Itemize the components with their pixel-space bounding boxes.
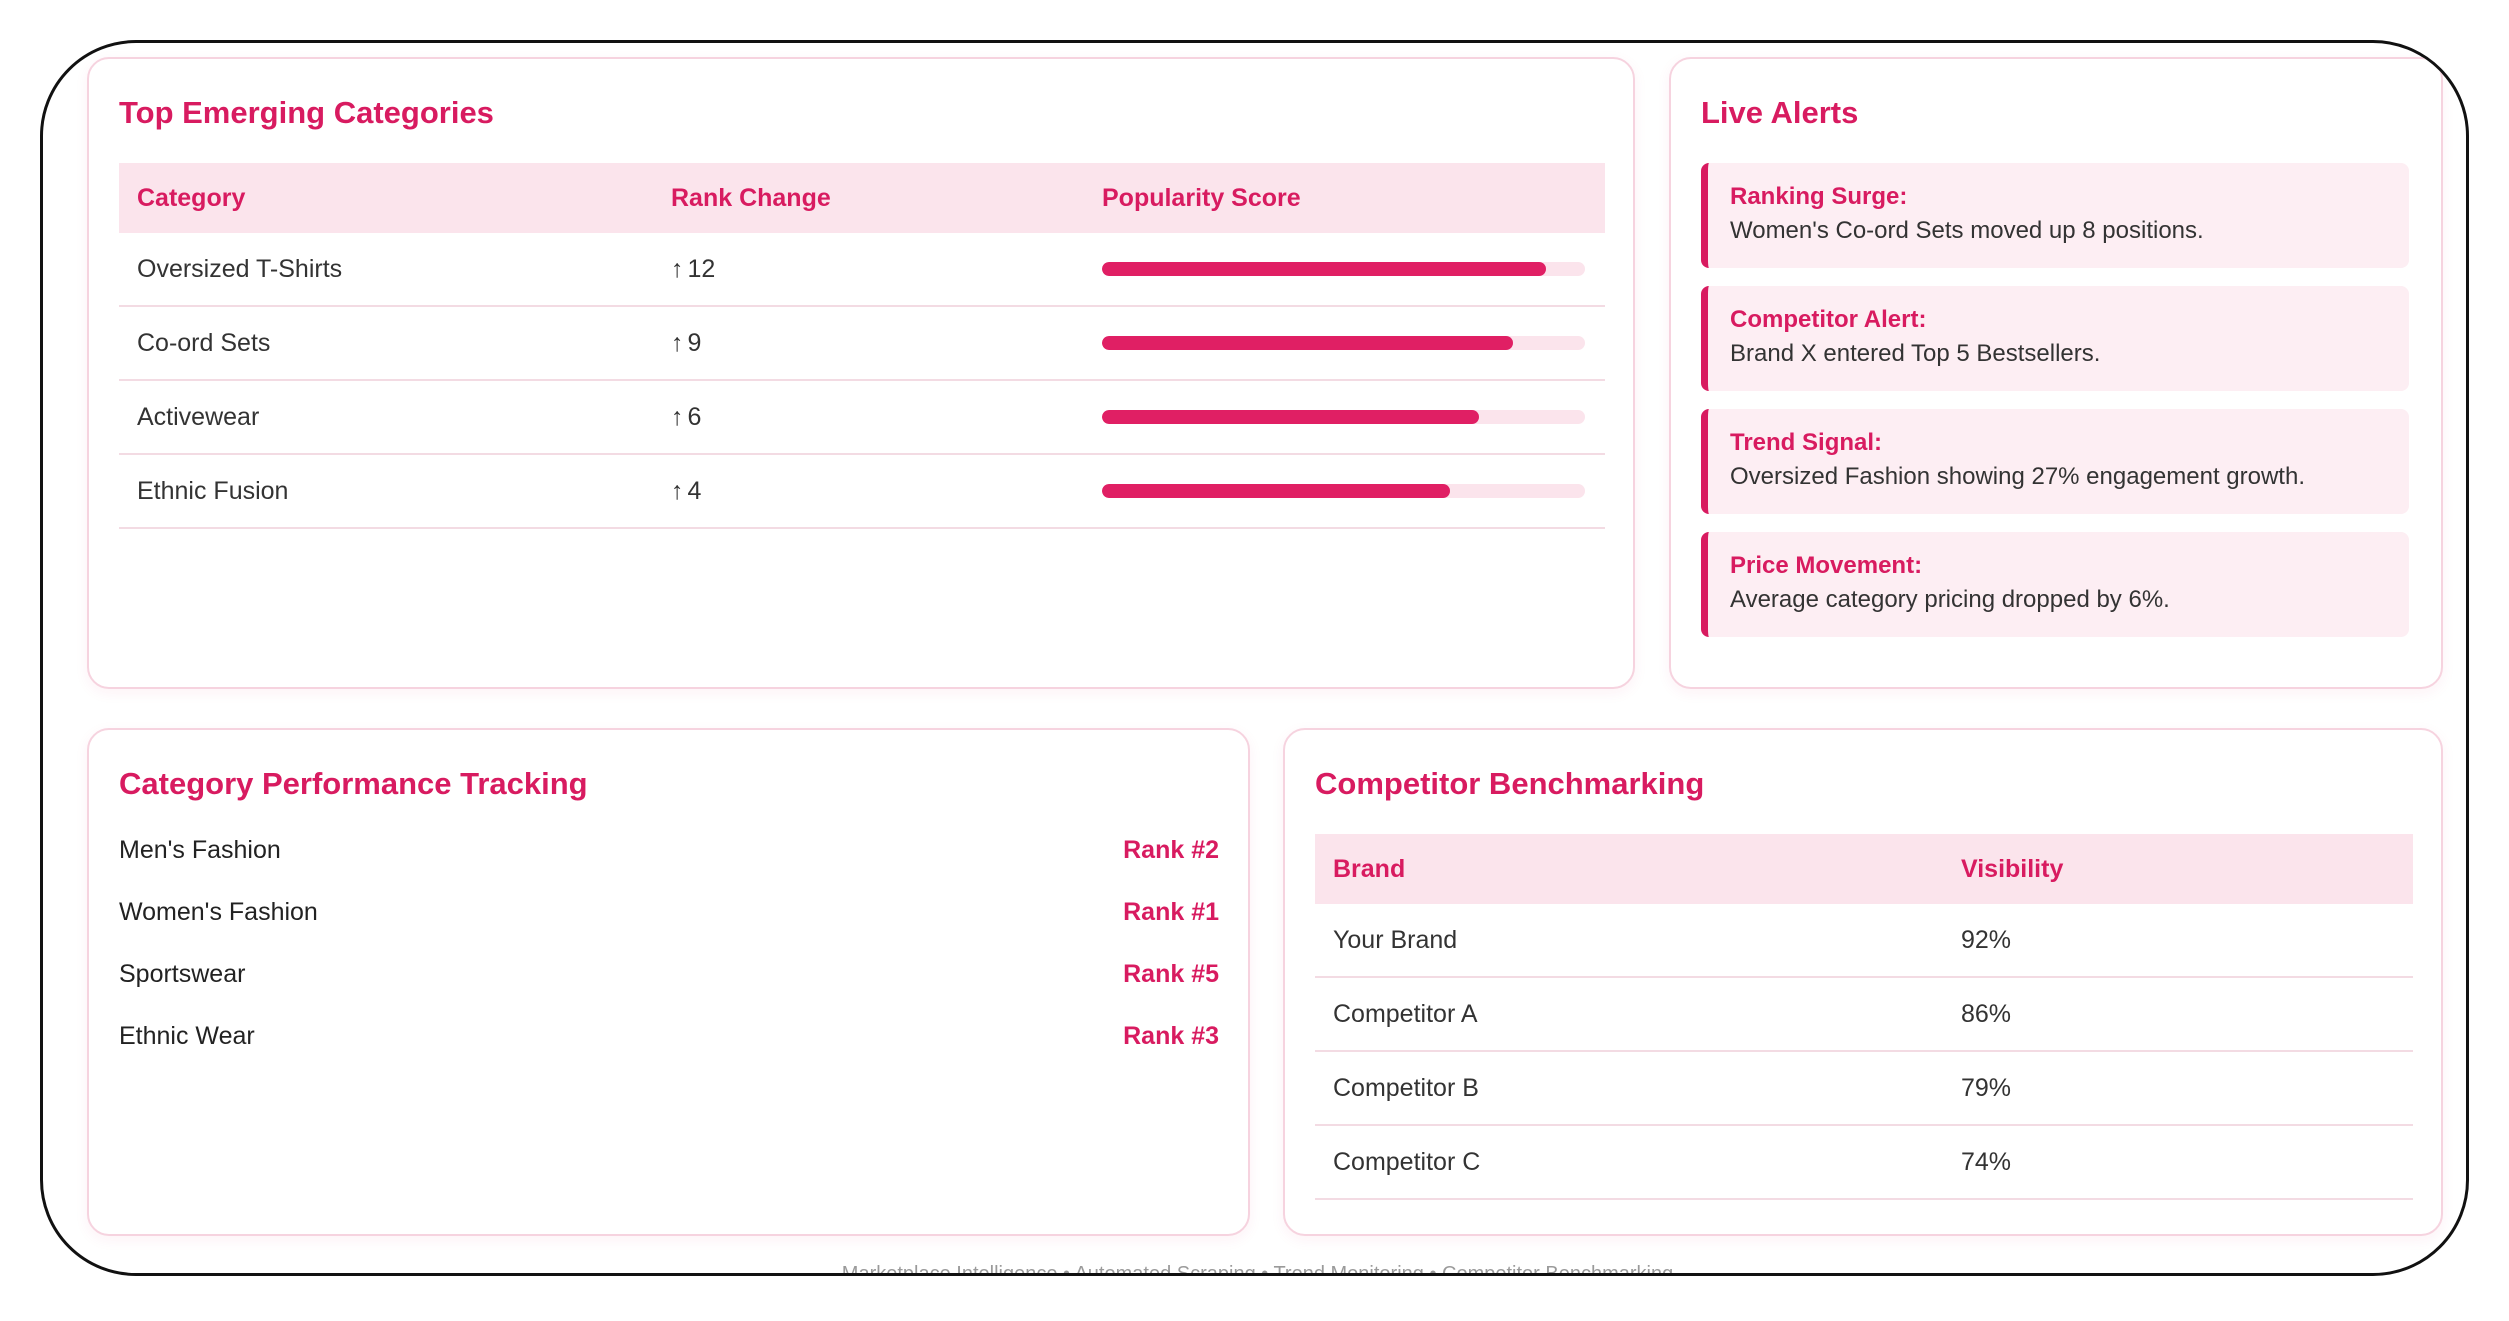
table-row: Ethnic Fusion ↑ 4 xyxy=(119,454,1605,529)
category-name: Women's Fashion xyxy=(119,898,318,926)
category-rank: Rank #3 xyxy=(1123,1022,1219,1050)
list-item: Men's Fashion Rank #2 xyxy=(119,836,1219,876)
top-emerging-table: Category Rank Change Popularity Score Ov… xyxy=(119,163,1605,529)
live-alerts-title: Live Alerts xyxy=(1701,95,1859,130)
alert-text: Oversized Fashion showing 27% engagement… xyxy=(1730,463,2305,490)
table-row: Your Brand 92% xyxy=(1315,904,2413,978)
category-cell: Co-ord Sets xyxy=(119,306,653,381)
table-row: Activewear ↑ 6 xyxy=(119,380,1605,455)
brand-cell: Competitor C xyxy=(1315,1125,1943,1200)
list-item: Women's Fashion Rank #1 xyxy=(119,898,1219,938)
competitor-benchmarking-card: Competitor Benchmarking Brand Visibility… xyxy=(1283,728,2443,1236)
table-row: Co-ord Sets ↑ 9 xyxy=(119,306,1605,381)
category-performance-card: Category Performance Tracking Men's Fash… xyxy=(87,728,1250,1236)
visibility-cell: 86% xyxy=(1943,977,2413,1052)
category-performance-title: Category Performance Tracking xyxy=(119,766,588,801)
rank-change-value: 9 xyxy=(687,328,702,357)
popularity-score-cell xyxy=(1084,380,1605,455)
popularity-bar-track xyxy=(1102,410,1585,424)
category-rank: Rank #2 xyxy=(1123,836,1219,864)
column-header-visibility: Visibility xyxy=(1943,834,2413,904)
category-name: Sportswear xyxy=(119,960,246,988)
alert-title: Price Movement: xyxy=(1730,552,1923,579)
visibility-cell: 92% xyxy=(1943,904,2413,978)
visibility-cell: 74% xyxy=(1943,1125,2413,1200)
column-header-category: Category xyxy=(119,163,653,233)
alert-item: Competitor Alert: Brand X entered Top 5 B… xyxy=(1701,286,2409,391)
alert-item: Trend Signal: Oversized Fashion showing 2… xyxy=(1701,409,2409,514)
alert-text: Women's Co-ord Sets moved up 8 positions… xyxy=(1730,217,2204,244)
alert-text: Average category pricing dropped by 6%. xyxy=(1730,586,2170,613)
rank-change-cell: ↑ 4 xyxy=(653,454,1084,529)
competitor-table: Brand Visibility Your Brand 92% Competitor… xyxy=(1315,834,2413,1200)
brand-cell: Your Brand xyxy=(1315,904,1943,978)
rank-change-cell: ↑ 6 xyxy=(653,380,1084,455)
list-item: Ethnic Wear Rank #3 xyxy=(119,1022,1219,1062)
alert-title: Competitor Alert: xyxy=(1730,306,1927,333)
popularity-bar-track xyxy=(1102,484,1585,498)
rank-change-cell: ↑ 12 xyxy=(653,233,1084,307)
table-row: Competitor A 86% xyxy=(1315,977,2413,1052)
list-item: Sportswear Rank #5 xyxy=(119,960,1219,1000)
brand-cell: Competitor A xyxy=(1315,977,1943,1052)
arrow-up-icon: ↑ xyxy=(671,476,684,505)
arrow-up-icon: ↑ xyxy=(671,254,684,283)
popularity-bar-fill xyxy=(1102,262,1547,276)
column-header-popularity-score: Popularity Score xyxy=(1084,163,1605,233)
table-row: Oversized T-Shirts ↑ 12 xyxy=(119,233,1605,307)
category-cell: Oversized T-Shirts xyxy=(119,233,653,307)
category-rank: Rank #5 xyxy=(1123,960,1219,988)
visibility-cell: 79% xyxy=(1943,1051,2413,1126)
dashboard-frame: Top Emerging Categories Category Rank Ch… xyxy=(40,40,2469,1276)
top-emerging-categories-title: Top Emerging Categories xyxy=(119,95,494,130)
footer-text: Marketplace Intelligence • Automated Scr… xyxy=(841,1263,1674,1276)
popularity-bar-fill xyxy=(1102,336,1513,350)
category-rank: Rank #1 xyxy=(1123,898,1219,926)
column-header-rank-change: Rank Change xyxy=(653,163,1084,233)
rank-change-value: 6 xyxy=(687,402,702,431)
category-cell: Ethnic Fusion xyxy=(119,454,653,529)
table-row: Competitor B 79% xyxy=(1315,1051,2413,1126)
table-row: Competitor C 74% xyxy=(1315,1125,2413,1200)
popularity-score-cell xyxy=(1084,233,1605,307)
live-alerts-card: Live Alerts Ranking Surge: Women's Co-ord… xyxy=(1669,57,2443,689)
category-cell: Activewear xyxy=(119,380,653,455)
alert-title: Trend Signal: xyxy=(1730,429,1883,456)
top-emerging-categories-card: Top Emerging Categories Category Rank Ch… xyxy=(87,57,1635,689)
arrow-up-icon: ↑ xyxy=(671,402,684,431)
rank-change-cell: ↑ 9 xyxy=(653,306,1084,381)
arrow-up-icon: ↑ xyxy=(671,328,684,357)
popularity-bar-fill xyxy=(1102,484,1450,498)
alert-item: Price Movement: Average category pricing … xyxy=(1701,532,2409,637)
rank-change-value: 4 xyxy=(687,476,702,505)
popularity-bar-fill xyxy=(1102,410,1479,424)
popularity-score-cell xyxy=(1084,454,1605,529)
table-header-row: Brand Visibility xyxy=(1315,834,2413,904)
popularity-score-cell xyxy=(1084,306,1605,381)
competitor-benchmarking-title: Competitor Benchmarking xyxy=(1315,766,1705,801)
brand-cell: Competitor B xyxy=(1315,1051,1943,1126)
popularity-bar-track xyxy=(1102,336,1585,350)
category-name: Ethnic Wear xyxy=(119,1022,255,1050)
alert-text: Brand X entered Top 5 Bestsellers. xyxy=(1730,340,2101,367)
rank-change-value: 12 xyxy=(687,254,716,283)
alert-title: Ranking Surge: xyxy=(1730,183,1908,210)
alert-item: Ranking Surge: Women's Co-ord Sets moved … xyxy=(1701,163,2409,268)
category-name: Men's Fashion xyxy=(119,836,281,864)
popularity-bar-track xyxy=(1102,262,1585,276)
table-header-row: Category Rank Change Popularity Score xyxy=(119,163,1605,233)
column-header-brand: Brand xyxy=(1315,834,1943,904)
